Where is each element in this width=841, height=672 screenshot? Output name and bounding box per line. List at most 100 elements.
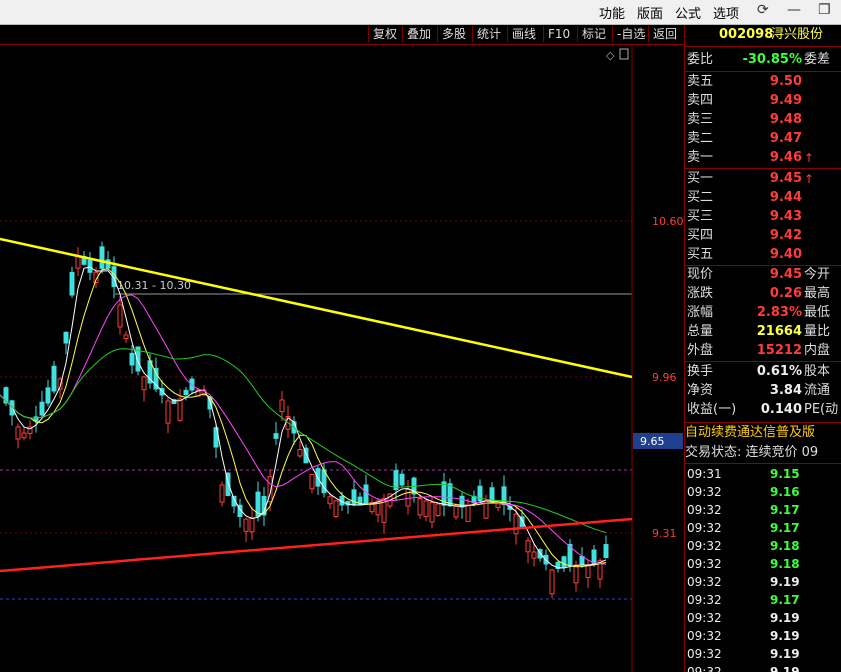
toolbar-restore-rights[interactable]: 复权 [368, 26, 401, 42]
bid-arrow-icon: ↑ [803, 172, 814, 186]
menu-layout[interactable]: 版面 [637, 3, 663, 22]
toolbar-remove-favorite[interactable]: -自选 [612, 26, 649, 42]
toolbar-multi-stock[interactable]: 多股 [437, 26, 470, 42]
menu-functions[interactable]: 功能 [599, 3, 625, 22]
tick-row: 09:31 9.15 [685, 465, 841, 483]
ask-row: 卖一 9.46 ↑ [685, 149, 841, 167]
candle-body [399, 473, 405, 486]
tick-time: 09:32 [687, 521, 722, 535]
tick-price: 9.17 [770, 593, 800, 607]
candle-body [297, 449, 303, 457]
resistance-trendline[interactable] [0, 237, 633, 379]
tick-price: 9.17 [770, 503, 800, 517]
candle-body [15, 426, 21, 440]
toolbar-statistics[interactable]: 统计 [472, 26, 505, 42]
toolbar-draw-line[interactable]: 画线 [507, 26, 540, 42]
candle-body [429, 502, 435, 523]
candle-body [141, 376, 147, 391]
stat-label: 收益(一) [687, 402, 737, 417]
quote-label: 外盘 [687, 343, 714, 358]
candle-body [69, 272, 75, 296]
tick-row: 09:32 9.19 [685, 609, 841, 627]
candle-body [39, 401, 45, 416]
ask-row: 卖三 9.48 [685, 111, 841, 129]
tick-price: 9.17 [770, 521, 800, 535]
tick-time: 09:31 [687, 467, 722, 481]
diamond-icon[interactable]: ◇ [606, 49, 615, 62]
tick-row: 09:32 9.17 [685, 519, 841, 537]
candle-body [561, 556, 567, 568]
candle-body [165, 400, 171, 424]
chart-grid [0, 45, 633, 672]
current-price-label: 9.65 [640, 435, 665, 448]
tick-time: 09:32 [687, 575, 722, 589]
ask-value: 9.50 [769, 74, 802, 89]
bid-row: 买二 9.44 [685, 189, 841, 207]
candle-body [183, 389, 189, 395]
tick-time: 09:32 [687, 503, 722, 517]
tick-time: 09:32 [687, 611, 722, 625]
menu-options[interactable]: 选项 [713, 3, 739, 22]
bid-value: 9.44 [769, 190, 802, 205]
trade-status: 交易状态: 连续竞价 09 [685, 445, 819, 460]
price-axis-label-mid: 9.96 [652, 371, 677, 384]
ask-value: 9.48 [769, 112, 802, 127]
ask-value: 9.46 [769, 150, 802, 165]
stock-code: 002098 [719, 27, 774, 42]
candle-body [129, 352, 135, 366]
ask-label: 卖五 [687, 74, 714, 89]
candle-body [21, 432, 27, 439]
minimize-icon[interactable]: — [787, 2, 801, 18]
weibi-row: 委比 -30.85% 委差 [687, 52, 831, 67]
tick-row: 09:32 9.19 [685, 645, 841, 663]
ask-label: 卖二 [687, 131, 714, 146]
menu-formula[interactable]: 公式 [675, 3, 701, 22]
tick-price: 9.19 [770, 665, 800, 672]
tick-row: 09:32 9.18 [685, 537, 841, 555]
candle-body [243, 518, 249, 532]
tick-time: 09:32 [687, 539, 722, 553]
stat-row: 换手 0.61% 股本 [685, 363, 841, 381]
ask-value: 9.49 [769, 93, 802, 108]
candle-body [417, 498, 423, 516]
candle-body [87, 259, 93, 273]
tick-price: 9.19 [770, 575, 800, 589]
quote-value: 2.83% [756, 305, 802, 320]
stock-name: 浔兴股份 [771, 27, 824, 42]
candle-body [525, 540, 531, 553]
toolbar-mark[interactable]: 标记 [577, 26, 610, 42]
candle-body [603, 544, 609, 559]
stat-row: 净资 3.84 流通 [685, 382, 841, 400]
quote-right-label: 今开 [804, 267, 831, 282]
marquee-text: 自动续费通达信普及版 [685, 425, 816, 440]
candle-body [309, 473, 315, 490]
scroll-icon[interactable] [619, 48, 629, 60]
stat-label: 净资 [687, 383, 714, 398]
tick-row: 09:32 9.16 [685, 483, 841, 501]
bid-row: 买四 9.42 [685, 227, 841, 245]
toolbar-f10[interactable]: F10 [543, 26, 574, 42]
toolbar-back[interactable]: 返回 [648, 26, 681, 42]
quote-label: 总量 [687, 324, 714, 339]
candle-body [435, 503, 441, 516]
restore-icon[interactable]: ❐ [818, 2, 831, 18]
candle-body [351, 489, 357, 506]
bid-label: 买五 [687, 247, 714, 262]
quote-right-label: 内盘 [804, 343, 831, 358]
candle-body [549, 569, 555, 595]
toolbar-overlay[interactable]: 叠加 [402, 26, 435, 42]
quote-value: 9.45 [769, 267, 802, 282]
tick-row: 09:32 9.19 [685, 663, 841, 672]
support-trendline[interactable] [0, 517, 633, 573]
tick-price: 9.18 [770, 539, 800, 553]
candle-body [573, 564, 579, 584]
refresh-icon[interactable]: ⟳ [757, 2, 769, 18]
kline-chart[interactable]: 10.31 - 10.30 ◇ 10.60 9.96 9.31 9.65 [0, 45, 683, 672]
tick-row: 09:32 9.17 [685, 591, 841, 609]
candle-body [123, 334, 129, 340]
tick-time: 09:32 [687, 485, 722, 499]
candle-body [333, 500, 339, 517]
quote-panel: 002098 浔兴股份 委比 -30.85% 委差 卖五 9.50 卖四 9.49 卖三… [684, 25, 841, 672]
quote-value: 21664 [756, 324, 802, 339]
bid-label: 买一 [687, 171, 714, 186]
